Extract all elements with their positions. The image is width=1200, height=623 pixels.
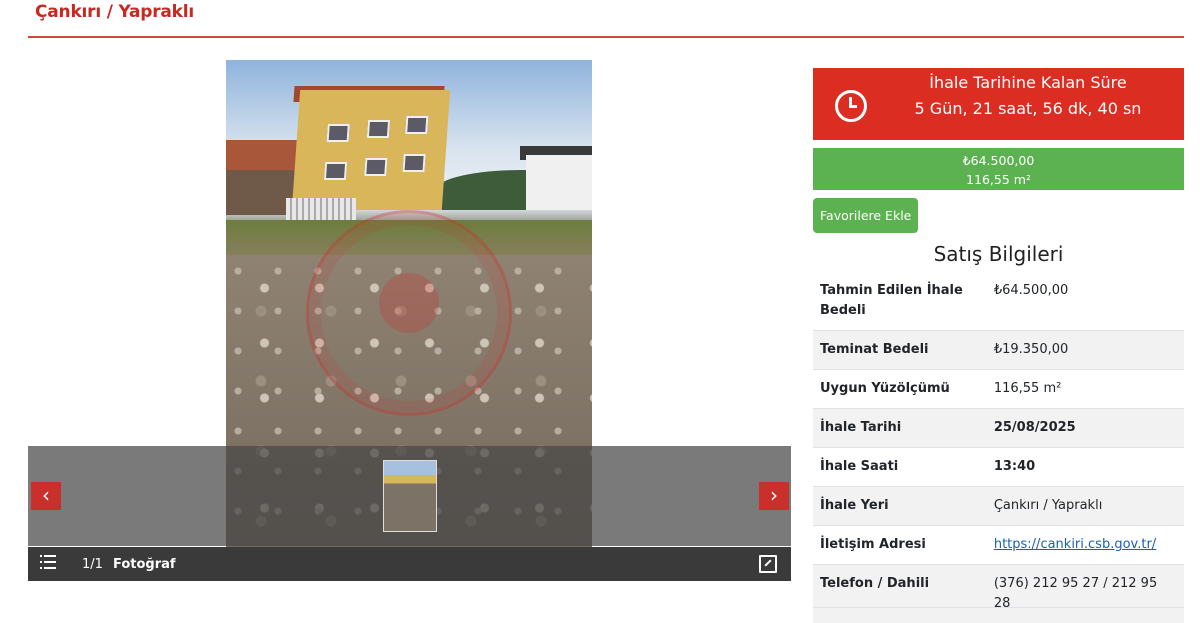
table-row: İhale Yeri Çankırı / Yapraklı	[813, 487, 1184, 526]
add-to-favorites-button[interactable]: Favorilere Ekle	[813, 198, 918, 233]
clock-icon	[835, 90, 867, 122]
table-row: Telefon / Dahili (376) 212 95 27 / 212 9…	[813, 565, 1184, 623]
row-key: İletişim Adresi	[813, 526, 987, 565]
thumbnail-strip	[28, 446, 791, 546]
row-value: ₺19.350,00	[987, 331, 1184, 370]
contact-address-link[interactable]: https://cankiri.csb.gov.tr/	[994, 537, 1156, 552]
row-value: 116,55 m²	[987, 370, 1184, 409]
table-row: Uygun Yüzölçümü 116,55 m²	[813, 370, 1184, 409]
list-icon[interactable]	[40, 555, 56, 569]
table-row: İletişim Adresi https://cankiri.csb.gov.…	[813, 526, 1184, 565]
price-summary: ₺64.500,00 116,55 m²	[813, 148, 1184, 190]
previous-photo-button[interactable]: ‹	[31, 482, 61, 510]
fullscreen-icon[interactable]	[759, 555, 777, 573]
row-value: https://cankiri.csb.gov.tr/	[987, 526, 1184, 565]
table-divider	[813, 607, 1184, 608]
title-divider	[28, 36, 1184, 38]
table-row: İhale Saati 13:40	[813, 448, 1184, 487]
countdown-box: İhale Tarihine Kalan Süre 5 Gün, 21 saat…	[813, 68, 1184, 140]
row-value: (376) 212 95 27 / 212 95 28	[987, 565, 1184, 623]
row-key: İhale Yeri	[813, 487, 987, 526]
sales-info-table: Tahmin Edilen İhale Bedeli ₺64.500,00 Te…	[813, 272, 1184, 623]
countdown-title: İhale Tarihine Kalan Süre	[883, 73, 1173, 92]
row-value: 25/08/2025	[987, 409, 1184, 448]
chevron-right-icon: ›	[770, 483, 778, 507]
row-key: Tahmin Edilen İhale Bedeli	[813, 272, 987, 331]
countdown-time: 5 Gün, 21 saat, 56 dk, 40 sn	[883, 99, 1173, 118]
thumbnail-image[interactable]	[383, 460, 437, 532]
row-key: İhale Tarihi	[813, 409, 987, 448]
photo-gallery: ‹ › 1/1 Fotoğraf	[28, 60, 791, 581]
sales-info-heading: Satış Bilgileri	[813, 242, 1184, 266]
row-value: ₺64.500,00	[987, 272, 1184, 331]
page-title: Çankırı / Yapraklı	[35, 2, 194, 22]
row-key: Teminat Bedeli	[813, 331, 987, 370]
watermark-stamp	[306, 210, 512, 416]
next-photo-button[interactable]: ›	[759, 482, 789, 510]
photo-counter: 1/1	[82, 557, 103, 572]
table-row: Tahmin Edilen İhale Bedeli ₺64.500,00	[813, 272, 1184, 331]
table-row: Teminat Bedeli ₺19.350,00	[813, 331, 1184, 370]
row-key: Telefon / Dahili	[813, 565, 987, 623]
gallery-toolbar: 1/1 Fotoğraf	[28, 547, 791, 581]
price-value: ₺64.500,00	[813, 151, 1184, 170]
row-value: 13:40	[987, 448, 1184, 487]
row-key: İhale Saati	[813, 448, 987, 487]
row-key: Uygun Yüzölçümü	[813, 370, 987, 409]
area-value: 116,55 m²	[813, 170, 1184, 189]
chevron-left-icon: ‹	[42, 483, 50, 507]
photo-label: Fotoğraf	[113, 557, 176, 572]
table-row: İhale Tarihi 25/08/2025	[813, 409, 1184, 448]
row-value: Çankırı / Yapraklı	[987, 487, 1184, 526]
